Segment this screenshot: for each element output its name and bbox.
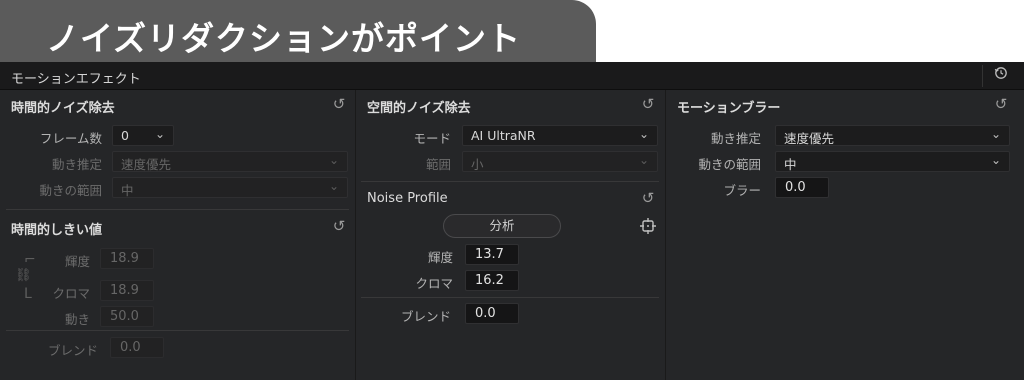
frames-dropdown[interactable]: 0 ⌄ (112, 125, 174, 146)
chroma-field[interactable]: 18.9 (100, 280, 154, 301)
spatial-nr-title: 空間的ノイズ除去 (367, 101, 471, 116)
noise-profile-title: Noise Profile (367, 191, 448, 206)
motion-effects-panel: モーションエフェクト 時間的ノイズ除去 ↺ フレーム数 0 ⌄ 動き推定 速度優… (0, 62, 1024, 380)
reset-icon[interactable]: ↺ (330, 95, 348, 113)
chevron-down-icon: ⌄ (638, 153, 649, 167)
reset-icon[interactable]: ↺ (639, 189, 657, 207)
mb-motion-range-label: 動きの範囲 (698, 157, 761, 172)
chevron-down-icon: ⌄ (328, 179, 339, 193)
analyze-button[interactable]: 分析 (443, 214, 561, 238)
chroma-label: クロマ (52, 286, 90, 301)
motion-blur-title: モーションブラー (677, 101, 781, 116)
spatial-column: 空間的ノイズ除去 ↺ モード AI UltraNR ⌄ 範囲 小 ⌄ Noise… (357, 90, 666, 380)
motion-range-dropdown[interactable]: 中 ⌄ (112, 177, 348, 198)
mb-motion-range-dropdown[interactable]: 中 ⌄ (775, 151, 1010, 172)
chevron-down-icon: ⌄ (328, 153, 339, 167)
mb-motion-est-value: 速度優先 (784, 131, 835, 146)
np-luma-label: 輝度 (427, 250, 453, 265)
divider (361, 297, 659, 298)
reset-icon[interactable]: ↺ (639, 95, 657, 113)
mb-motion-est-dropdown[interactable]: 速度優先 ⌄ (775, 125, 1010, 146)
blur-field[interactable]: 0.0 (775, 177, 829, 198)
np-blend-field[interactable]: 0.0 (465, 303, 519, 324)
range-value: 小 (471, 157, 484, 172)
divider (361, 181, 659, 182)
chevron-down-icon: ⌄ (638, 127, 649, 141)
temporal-column: 時間的ノイズ除去 ↺ フレーム数 0 ⌄ 動き推定 速度優先 ⌄ 動きの範囲 中… (0, 90, 356, 380)
motion-est-value: 速度優先 (121, 157, 172, 172)
blend-label: ブレンド (47, 343, 98, 358)
bracket-bottom: L (24, 286, 32, 302)
temporal-nr-title: 時間的ノイズ除去 (11, 101, 115, 116)
range-label: 範囲 (425, 157, 451, 172)
reset-icon[interactable]: ↺ (330, 217, 348, 235)
mode-value: AI UltraNR (471, 128, 536, 143)
mode-label: モード (413, 131, 451, 146)
divider (6, 330, 349, 331)
luma-label: 輝度 (64, 254, 90, 269)
np-chroma-label: クロマ (415, 276, 453, 291)
range-dropdown[interactable]: 小 ⌄ (462, 151, 658, 172)
link-icon[interactable]: ⛓ (15, 268, 32, 283)
motion-range-value: 中 (121, 183, 134, 198)
history-reset-icon[interactable] (982, 65, 1018, 87)
banner-title: ノイズリダクションがポイント (0, 0, 596, 64)
chevron-down-icon: ⌄ (990, 127, 1001, 141)
crosshair-icon[interactable] (639, 217, 657, 235)
frames-value: 0 (121, 128, 129, 143)
reset-icon[interactable]: ↺ (992, 95, 1010, 113)
mb-motion-range-value: 中 (784, 157, 797, 172)
np-chroma-field[interactable]: 16.2 (465, 270, 519, 291)
chevron-down-icon: ⌄ (990, 153, 1001, 167)
frames-label: フレーム数 (39, 131, 102, 146)
np-blend-label: ブレンド (400, 309, 451, 324)
motion-label: 動き (64, 312, 90, 327)
bracket-top: ⌐ (24, 252, 36, 268)
motion-est-label: 動き推定 (51, 157, 102, 172)
blur-label: ブラー (723, 183, 761, 198)
divider (6, 209, 349, 210)
motion-range-label: 動きの範囲 (39, 183, 102, 198)
mb-motion-est-label: 動き推定 (710, 131, 761, 146)
temporal-threshold-title: 時間的しきい値 (11, 223, 103, 238)
panel-header: モーションエフェクト (0, 62, 1024, 90)
luma-field[interactable]: 18.9 (100, 248, 154, 269)
motion-est-dropdown[interactable]: 速度優先 ⌄ (112, 151, 348, 172)
mode-dropdown[interactable]: AI UltraNR ⌄ (462, 125, 658, 146)
blend-field[interactable]: 0.0 (110, 337, 164, 358)
motion-field[interactable]: 50.0 (100, 306, 154, 327)
panel-title: モーションエフェクト (11, 72, 141, 87)
motion-blur-column: モーションブラー ↺ 動き推定 速度優先 ⌄ 動きの範囲 中 ⌄ ブラー 0.0 (667, 90, 1024, 380)
np-luma-field[interactable]: 13.7 (465, 244, 519, 265)
chevron-down-icon: ⌄ (154, 127, 165, 141)
